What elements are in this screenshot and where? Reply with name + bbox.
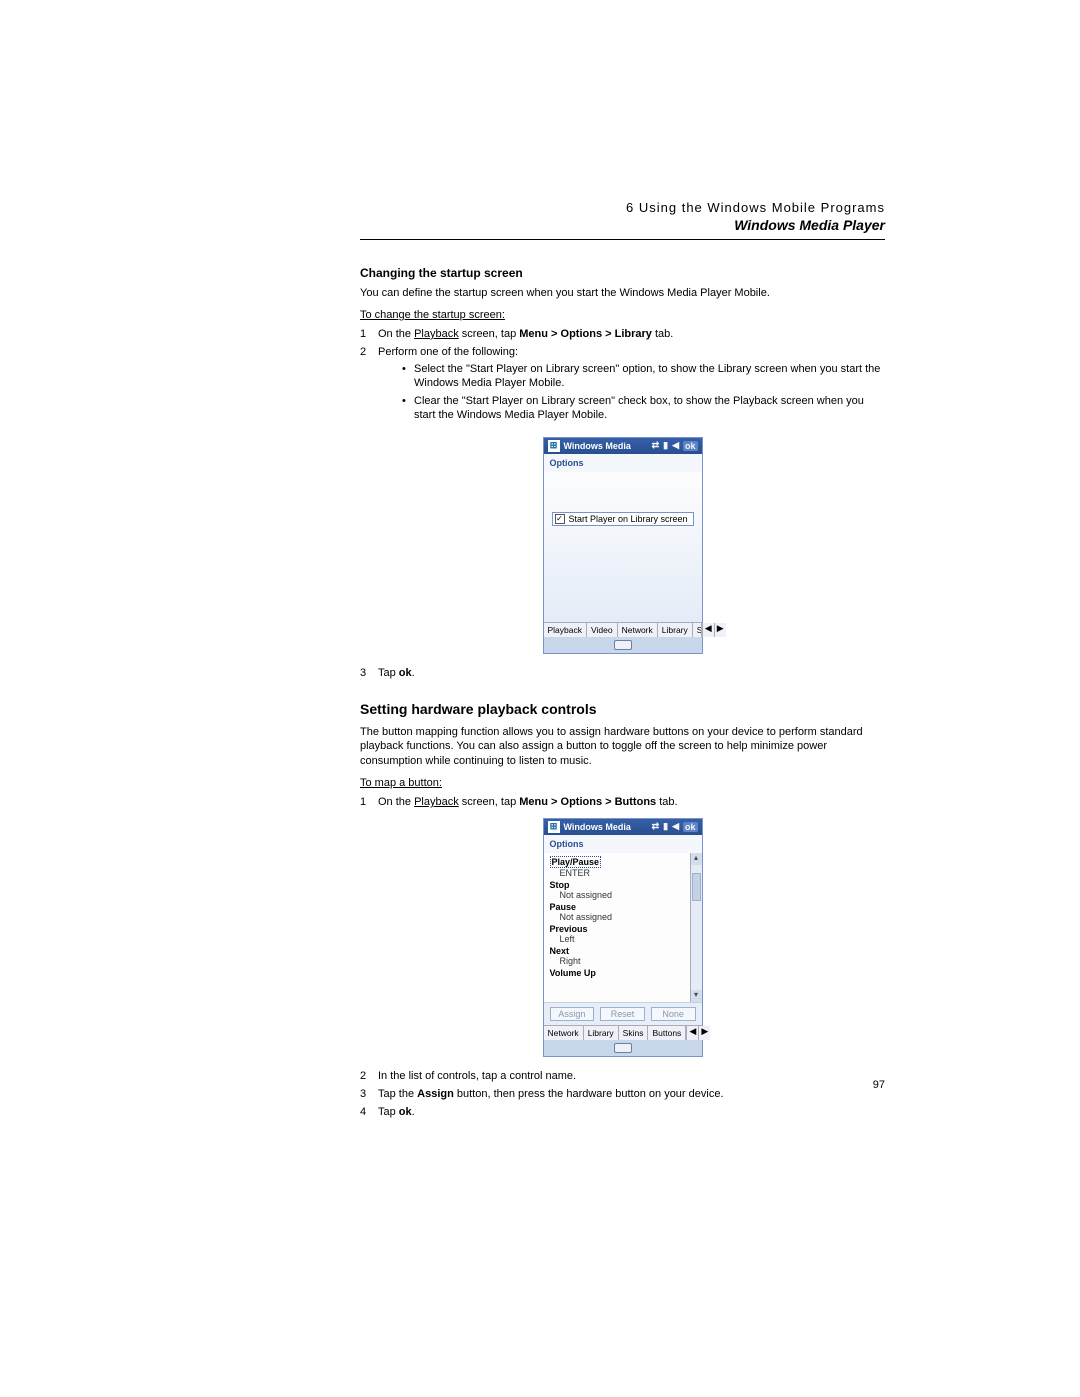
page: 6 Using the Windows Mobile Programs Wind…: [0, 0, 1080, 1397]
screenshot-buttons-option: ⊞ Windows Media ⇄ ▮ ◀ ok Options Play/Pa…: [543, 818, 703, 1057]
page-header: 6 Using the Windows Mobile Programs Wind…: [360, 200, 885, 233]
procedure-title-startup: To change the startup screen:: [360, 309, 885, 321]
scroll-left-icon[interactable]: ◀: [686, 1026, 698, 1040]
options-label: Options: [544, 454, 702, 472]
control-stop[interactable]: Stop Not assigned: [546, 879, 688, 901]
ok-button[interactable]: ok: [683, 441, 698, 451]
steps-hardware-cont: 2 In the list of controls, tap a control…: [360, 1069, 885, 1120]
keyboard-icon[interactable]: [614, 640, 632, 650]
header-title: Windows Media Player: [360, 217, 885, 233]
signal-icon: ▮: [663, 440, 668, 451]
signal-icon: ▮: [663, 821, 668, 832]
none-button[interactable]: None: [651, 1007, 696, 1021]
connectivity-icon: ⇄: [652, 440, 660, 451]
tab-buttons[interactable]: Buttons: [648, 1026, 686, 1040]
options-body: ✓ Start Player on Library screen: [544, 472, 702, 622]
step-1: 1 On the Playback screen, tap Menu > Opt…: [360, 795, 885, 810]
section-heading-startup: Changing the startup screen: [360, 266, 885, 280]
controls-list[interactable]: Play/Pause ENTER Stop Not assigned Pause…: [544, 853, 690, 1002]
reset-button[interactable]: Reset: [600, 1007, 645, 1021]
control-next[interactable]: Next Right: [546, 945, 688, 967]
control-play-pause[interactable]: Play/Pause ENTER: [546, 855, 688, 879]
scroll-right-icon[interactable]: ▶: [714, 623, 726, 637]
controls-list-body: Play/Pause ENTER Stop Not assigned Pause…: [544, 853, 702, 1003]
app-title: Windows Media: [564, 822, 631, 832]
tab-scroll[interactable]: ◀▶: [686, 1026, 710, 1040]
checkbox-icon[interactable]: ✓: [555, 514, 565, 524]
button-row: Assign Reset None: [544, 1003, 702, 1025]
ok-button[interactable]: ok: [683, 822, 698, 832]
tab-network[interactable]: Network: [544, 1026, 584, 1040]
step-4: 4 Tap ok.: [360, 1105, 885, 1120]
step-3: 3 Tap ok.: [360, 666, 885, 681]
tab-skins[interactable]: Skins: [619, 1026, 649, 1040]
section-intro-startup: You can define the startup screen when y…: [360, 286, 885, 301]
tab-library[interactable]: Library: [658, 623, 693, 637]
screenshot-library-option: ⊞ Windows Media ⇄ ▮ ◀ ok Options ✓ Start…: [543, 437, 703, 654]
start-flag-icon: ⊞: [548, 821, 560, 833]
start-flag-icon: ⊞: [548, 440, 560, 452]
titlebar: ⊞ Windows Media ⇄ ▮ ◀ ok: [544, 819, 702, 835]
header-rule: [360, 239, 885, 240]
steps-startup: 1 On the Playback screen, tap Menu > Opt…: [360, 327, 885, 429]
volume-icon: ◀: [672, 821, 679, 832]
titlebar: ⊞ Windows Media ⇄ ▮ ◀ ok: [544, 438, 702, 454]
section-heading-hardware: Setting hardware playback controls: [360, 701, 885, 717]
tab-playback[interactable]: Playback: [544, 623, 588, 637]
scroll-up-icon[interactable]: ▴: [691, 853, 702, 865]
tab-strip: Playback Video Network Library Skins ◀▶: [544, 622, 702, 637]
control-previous[interactable]: Previous Left: [546, 923, 688, 945]
scrollbar[interactable]: ▴ ▾: [690, 853, 702, 1002]
tab-skins[interactable]: Skins: [693, 623, 702, 637]
start-player-checkbox-row[interactable]: ✓ Start Player on Library screen: [552, 512, 694, 526]
control-pause[interactable]: Pause Not assigned: [546, 901, 688, 923]
steps-hardware: 1 On the Playback screen, tap Menu > Opt…: [360, 795, 885, 810]
tab-scroll[interactable]: ◀▶: [702, 623, 726, 637]
soft-input-bar: [544, 637, 702, 653]
tab-video[interactable]: Video: [587, 623, 618, 637]
scroll-right-icon[interactable]: ▶: [698, 1026, 710, 1040]
scroll-down-icon[interactable]: ▾: [691, 990, 702, 1002]
options-label: Options: [544, 835, 702, 853]
tab-library[interactable]: Library: [584, 1026, 619, 1040]
step-2: 2 In the list of controls, tap a control…: [360, 1069, 885, 1084]
assign-button[interactable]: Assign: [550, 1007, 595, 1021]
step-2-bullets: Select the "Start Player on Library scre…: [378, 362, 885, 423]
steps-startup-cont: 3 Tap ok.: [360, 666, 885, 681]
scroll-left-icon[interactable]: ◀: [702, 623, 714, 637]
page-number: 97: [873, 1079, 885, 1091]
step-1: 1 On the Playback screen, tap Menu > Opt…: [360, 327, 885, 342]
step-3: 3 Tap the Assign button, then press the …: [360, 1087, 885, 1102]
keyboard-icon[interactable]: [614, 1043, 632, 1053]
volume-icon: ◀: [672, 440, 679, 451]
app-title: Windows Media: [564, 441, 631, 451]
bullet: Select the "Start Player on Library scre…: [402, 362, 885, 391]
section-intro-hardware: The button mapping function allows you t…: [360, 725, 885, 770]
checkbox-label: Start Player on Library screen: [569, 514, 688, 524]
procedure-title-hardware: To map a button:: [360, 777, 885, 789]
scroll-thumb[interactable]: [692, 873, 701, 901]
tab-network[interactable]: Network: [618, 623, 658, 637]
step-2: 2 Perform one of the following: Select t…: [360, 345, 885, 429]
bullet: Clear the "Start Player on Library scree…: [402, 394, 885, 423]
chapter-number: 6: [626, 200, 634, 215]
connectivity-icon: ⇄: [652, 821, 660, 832]
chapter-title: Using the Windows Mobile Programs: [639, 200, 885, 215]
soft-input-bar: [544, 1040, 702, 1056]
control-volume-up[interactable]: Volume Up: [546, 967, 688, 979]
tab-strip: Network Library Skins Buttons ◀▶: [544, 1025, 702, 1040]
header-kicker: 6 Using the Windows Mobile Programs: [360, 200, 885, 215]
